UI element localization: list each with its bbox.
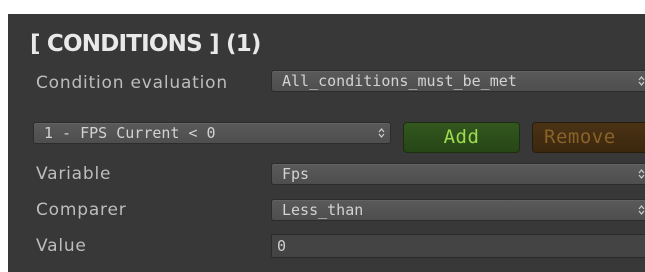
comparer-label: Comparer (36, 200, 127, 220)
variable-label: Variable (36, 164, 112, 184)
condition-select-value: 1 - FPS Current < 0 (44, 124, 216, 142)
variable-dropdown[interactable]: Fps (271, 163, 645, 185)
condition-evaluation-value: All_conditions_must_be_met (282, 72, 517, 90)
condition-evaluation-label: Condition evaluation (36, 73, 228, 93)
conditions-panel: [ CONDITIONS ] (1) Condition evaluation … (8, 14, 645, 272)
up-down-chevron-icon (378, 127, 385, 139)
up-down-chevron-icon (638, 75, 645, 87)
value-input-text: 0 (277, 237, 287, 255)
comparer-dropdown[interactable]: Less_than (271, 199, 645, 221)
condition-evaluation-dropdown[interactable]: All_conditions_must_be_met (271, 70, 645, 92)
section-title: [ CONDITIONS ] (1) (30, 31, 261, 57)
add-button[interactable]: Add (403, 122, 520, 153)
condition-select-dropdown[interactable]: 1 - FPS Current < 0 (33, 122, 391, 144)
value-input[interactable]: 0 (271, 234, 645, 258)
comparer-value: Less_than (282, 201, 364, 219)
up-down-chevron-icon (638, 168, 645, 180)
value-label: Value (36, 236, 87, 256)
remove-button[interactable]: Remove (532, 122, 645, 153)
up-down-chevron-icon (638, 204, 645, 216)
variable-value: Fps (282, 165, 310, 183)
